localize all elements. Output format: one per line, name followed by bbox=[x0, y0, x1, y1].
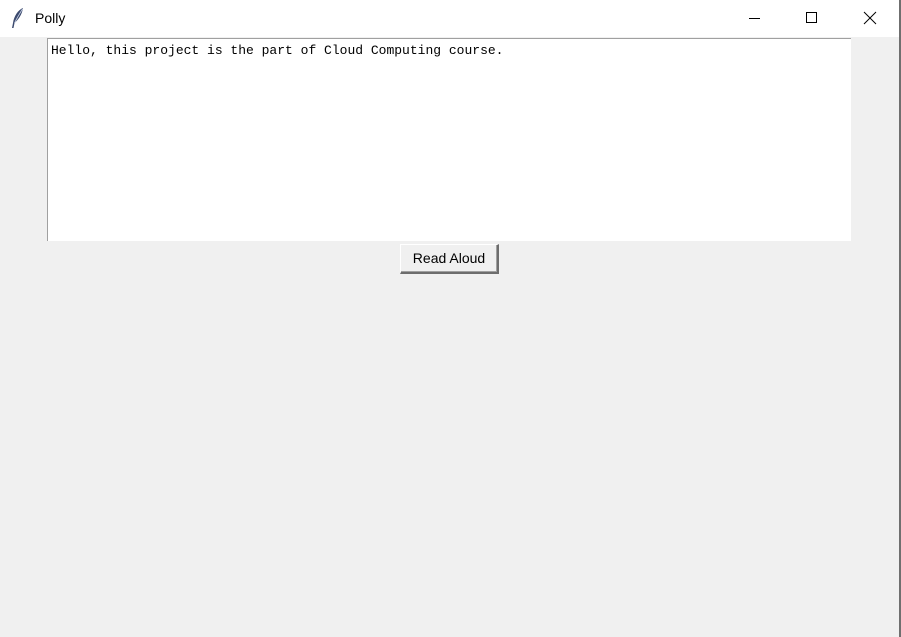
window-title: Polly bbox=[35, 10, 66, 26]
close-button[interactable] bbox=[841, 0, 899, 37]
maximize-icon bbox=[806, 12, 817, 23]
minimize-icon bbox=[749, 18, 760, 19]
text-input-area[interactable]: Hello, this project is the part of Cloud… bbox=[47, 38, 851, 241]
close-icon bbox=[863, 11, 877, 25]
title-bar[interactable]: Polly bbox=[0, 0, 899, 37]
text-input-value: Hello, this project is the part of Cloud… bbox=[51, 43, 504, 58]
feather-icon bbox=[10, 7, 26, 29]
maximize-button[interactable] bbox=[783, 0, 841, 37]
read-aloud-button[interactable]: Read Aloud bbox=[400, 244, 499, 274]
app-window: Polly Hello, this project is the part of… bbox=[0, 0, 901, 637]
minimize-button[interactable] bbox=[725, 0, 783, 37]
